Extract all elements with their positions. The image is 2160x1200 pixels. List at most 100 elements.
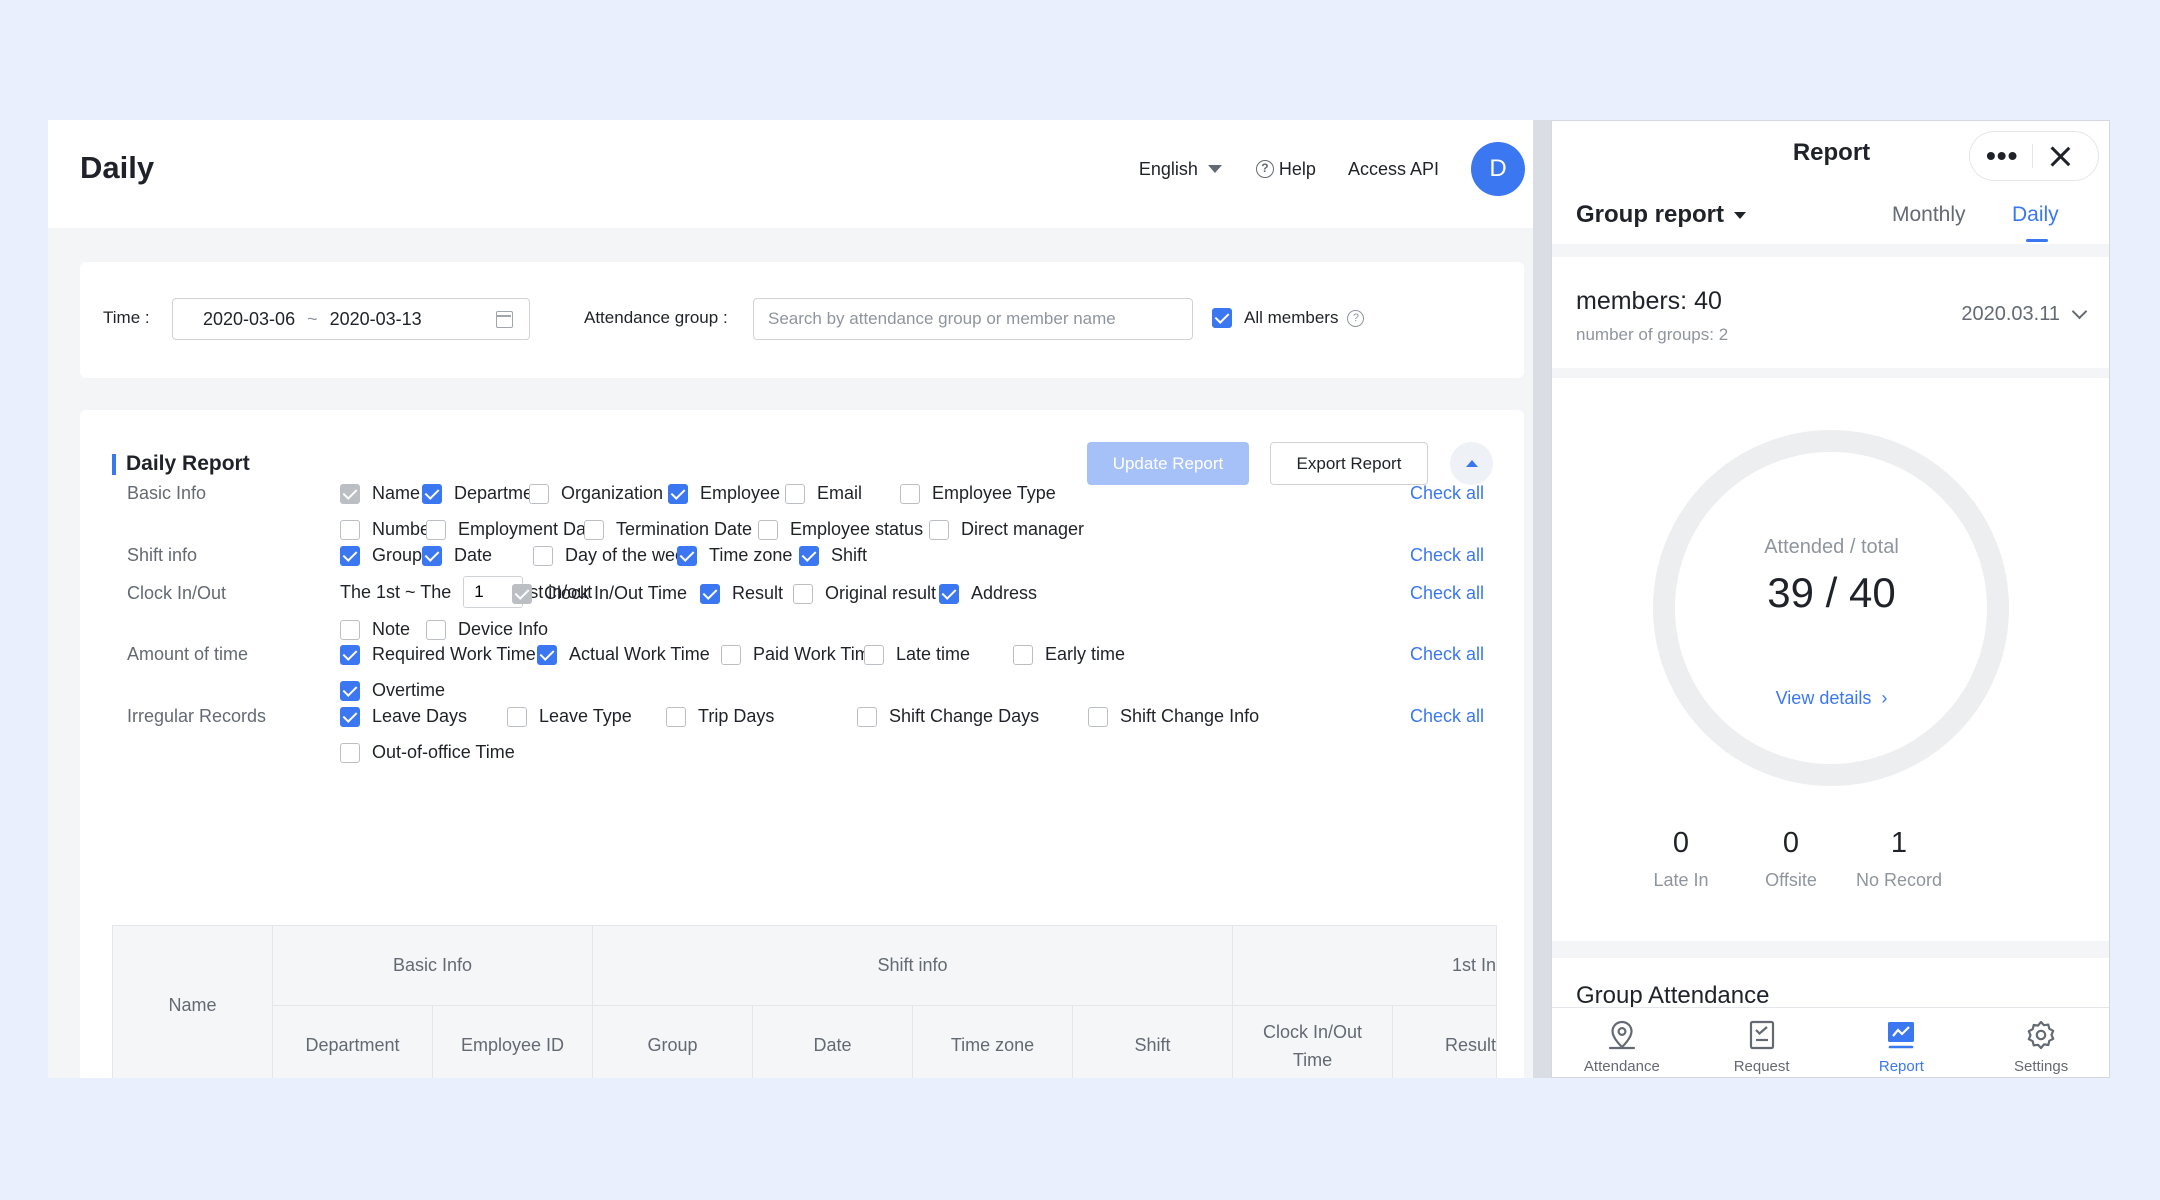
option-required-work-time[interactable]: Required Work Time	[340, 644, 536, 665]
checkbox-icon	[929, 519, 949, 540]
column-header-result[interactable]: Result	[1391, 1005, 1498, 1078]
checkbox-icon	[864, 644, 884, 665]
gear-icon	[2027, 1020, 2055, 1050]
column-header-employee-id[interactable]: Employee ID	[432, 1005, 593, 1078]
stat-late-in[interactable]: 0 Late In	[1621, 827, 1741, 891]
check-all-link-irregular-records[interactable]: Check all	[1410, 706, 1484, 727]
group-report-dropdown[interactable]: Group report	[1576, 201, 1746, 229]
option-label: Shift Change Info	[1120, 706, 1260, 726]
attendance-group-search-input[interactable]	[753, 298, 1193, 340]
option-trip-days[interactable]: Trip Days	[666, 706, 774, 727]
checkbox-icon	[1212, 308, 1232, 328]
checkbox-icon	[1013, 644, 1033, 665]
check-all-link-shift-info[interactable]: Check all	[1410, 545, 1484, 566]
column-header-clock-time[interactable]: Clock In/Out Time	[1232, 1005, 1393, 1078]
tab-monthly[interactable]: Monthly	[1892, 203, 1966, 227]
stat-value: 1	[1890, 827, 1908, 859]
option-employee-status[interactable]: Employee status	[758, 519, 923, 540]
option-shift-change-days[interactable]: Shift Change Days	[857, 706, 1039, 727]
column-header-time-zone[interactable]: Time zone	[912, 1005, 1073, 1078]
avatar[interactable]: D	[1471, 142, 1525, 196]
update-report-button[interactable]: Update Report	[1087, 442, 1249, 485]
option-label: Shift Change Days	[889, 706, 1040, 726]
panel-divider[interactable]	[1533, 120, 1551, 1078]
option-employee-id[interactable]: Employee ID	[668, 483, 803, 504]
bottom-nav: Attendance Request Report Settings	[1552, 1007, 2109, 1077]
column-header-date[interactable]: Date	[752, 1005, 913, 1078]
column-header-group[interactable]: Group	[592, 1005, 753, 1078]
option-day-of-the-week[interactable]: Day of the week	[533, 545, 694, 566]
view-details-label: View details	[1775, 688, 1872, 708]
collapse-button[interactable]	[1450, 442, 1493, 485]
help-link[interactable]: ? Help	[1255, 159, 1316, 180]
language-selector[interactable]: English	[1139, 159, 1222, 180]
date-range-picker[interactable]: 2020-03-06 ~ 2020-03-13	[172, 298, 530, 340]
option-leave-days[interactable]: Leave Days	[340, 706, 467, 727]
check-all-link-amount-of-time[interactable]: Check all	[1410, 644, 1484, 665]
group-report-label: Group report	[1576, 201, 1724, 228]
option-actual-work-time[interactable]: Actual Work Time	[537, 644, 710, 665]
option-device-info[interactable]: Device Info	[426, 619, 548, 640]
option-direct-manager[interactable]: Direct manager	[929, 519, 1084, 540]
section-spacer	[1552, 244, 2109, 257]
column-header-shift[interactable]: Shift	[1072, 1005, 1233, 1078]
option-label: Trip Days	[698, 706, 775, 726]
export-report-button[interactable]: Export Report	[1270, 442, 1428, 485]
option-address[interactable]: Address	[939, 583, 1037, 604]
nav-report[interactable]: Report	[1832, 1008, 1972, 1077]
more-icon[interactable]: •••	[1986, 142, 2018, 170]
desktop-window: Daily English ? Help Access API D Time :…	[48, 120, 1533, 1078]
stat-no-record[interactable]: 1 No Record	[1839, 827, 1959, 891]
time-label: Time :	[103, 308, 150, 327]
column-header-department[interactable]: Department	[272, 1005, 433, 1078]
option-early-time[interactable]: Early time	[1013, 644, 1125, 665]
option-email[interactable]: Email	[785, 483, 862, 504]
stat-offsite[interactable]: 0 Offsite	[1731, 827, 1851, 891]
option-label: Required Work Time	[372, 644, 536, 664]
option-label: Overtime	[372, 680, 446, 700]
option-result[interactable]: Result	[700, 583, 783, 604]
option-organization[interactable]: Organization	[529, 483, 663, 504]
option-overtime[interactable]: Overtime	[340, 680, 445, 701]
option-number[interactable]: Number	[340, 519, 436, 540]
all-members-checkbox[interactable]: All members ?	[1212, 308, 1369, 328]
option-late-time[interactable]: Late time	[864, 644, 970, 665]
close-icon[interactable]	[2049, 145, 2071, 167]
option-label: Clock In/Out Time	[544, 583, 688, 603]
option-shift[interactable]: Shift	[799, 545, 867, 566]
date-selector[interactable]: 2020.03.11	[1961, 303, 2088, 326]
option-label: Employment Date	[458, 519, 602, 539]
option-label: Name	[372, 483, 421, 503]
option-leave-type[interactable]: Leave Type	[507, 706, 632, 727]
check-all-link-basic-info[interactable]: Check all	[1410, 483, 1484, 504]
nav-settings[interactable]: Settings	[1971, 1008, 2109, 1077]
option-paid-work-time[interactable]: Paid Work Time	[721, 644, 880, 665]
view-details-link[interactable]: View details ›	[1552, 688, 2109, 709]
option-employment-date[interactable]: Employment Date	[426, 519, 601, 540]
option-note[interactable]: Note	[340, 619, 410, 640]
option-time-zone[interactable]: Time zone	[677, 545, 792, 566]
option-employee-type[interactable]: Employee Type	[900, 483, 1056, 504]
check-all-link-clock-in-out[interactable]: Check all	[1410, 583, 1484, 604]
report-chart-icon	[1888, 1022, 1915, 1049]
checkbox-icon	[793, 583, 813, 604]
clock-range-prefix: The 1st ~ The	[340, 581, 452, 602]
nav-attendance[interactable]: Attendance	[1552, 1008, 1692, 1077]
section-label-shift-info: Shift info	[127, 545, 198, 565]
option-label: Out-of-office Time	[372, 742, 515, 762]
option-termination-date[interactable]: Termination Date	[584, 519, 752, 540]
group-attendance-title: Group Attendance	[1576, 982, 1770, 1009]
option-date[interactable]: Date	[422, 545, 492, 566]
option-original-result[interactable]: Original result	[793, 583, 936, 604]
option-group[interactable]: Group	[340, 545, 422, 566]
column-header-name[interactable]: Name	[112, 925, 273, 1078]
nav-label: Settings	[2014, 1058, 2069, 1075]
nav-request[interactable]: Request	[1692, 1008, 1832, 1077]
option-out-of-office-time[interactable]: Out-of-office Time	[340, 742, 515, 763]
option-label: Direct manager	[961, 519, 1085, 539]
option-shift-change-info[interactable]: Shift Change Info	[1088, 706, 1259, 727]
checkbox-icon	[340, 644, 360, 665]
access-api-link[interactable]: Access API	[1348, 159, 1439, 180]
checkbox-icon	[1088, 706, 1108, 727]
tab-daily[interactable]: Daily	[2012, 203, 2059, 227]
